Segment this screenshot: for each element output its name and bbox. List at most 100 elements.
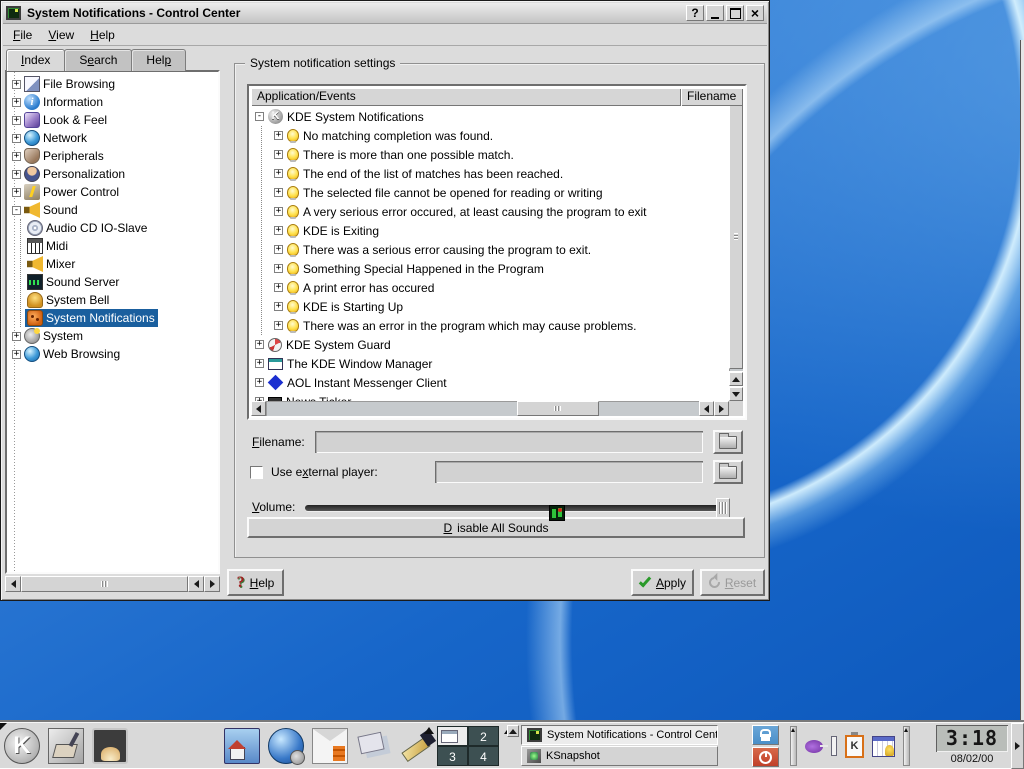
column-application-events[interactable]: Application/Events [251,88,681,106]
menu-file[interactable]: File [5,26,40,44]
expander-icon[interactable]: + [12,116,21,125]
panel-hide-button[interactable] [1011,723,1024,769]
external-player-input[interactable] [435,461,703,483]
filename-browse-button[interactable] [713,430,743,454]
close-window-button[interactable] [746,5,764,21]
mail-launcher-button[interactable] [311,727,349,765]
scroll-left-button-2[interactable] [699,401,714,416]
expander-icon[interactable]: + [274,321,283,330]
volume-slider[interactable] [305,498,728,518]
klipper-tray-icon[interactable] [845,735,864,758]
expander-icon[interactable]: + [12,188,21,197]
expander-icon[interactable]: + [274,283,283,292]
scroll-left-button[interactable] [251,401,266,416]
sidebar-item-system-notifications[interactable]: System Notifications [25,309,158,327]
sidebar-item-system[interactable]: +System [10,327,86,345]
expander-icon[interactable]: + [274,188,283,197]
external-player-browse-button[interactable] [713,460,743,484]
expander-icon[interactable]: + [12,134,21,143]
sidebar-item-mixer[interactable]: Mixer [25,255,78,273]
event-item-the-end-of-the-list-of-matches-has-been-[interactable]: +The end of the list of matches has been… [270,164,563,183]
expander-icon[interactable]: + [274,302,283,311]
filename-input[interactable] [315,431,703,453]
menu-view[interactable]: View [40,26,82,44]
scroll-thumb[interactable] [729,104,743,369]
event-item-the-kde-window-manager[interactable]: +The KDE Window Manager [251,354,432,373]
scroll-thumb[interactable] [21,576,188,592]
scroll-track[interactable] [21,576,188,592]
plug-tray-icon[interactable] [805,740,823,753]
event-item-the-selected-file-cannot-be-opened-for-r[interactable]: +The selected file cannot be opened for … [270,183,603,202]
sidebar-item-sound[interactable]: -Sound [10,201,81,219]
pager-desktop-4[interactable]: 4 [468,746,499,766]
menu-help[interactable]: Help [82,26,123,44]
expander-icon[interactable]: + [274,169,283,178]
kmenu-launcher-button[interactable] [3,727,41,765]
sidebar-item-sound-server[interactable]: Sound Server [25,273,122,291]
expander-icon[interactable]: + [274,131,283,140]
volume-handle[interactable] [716,498,730,518]
event-item-something-special-happened-in-the-progra[interactable]: +Something Special Happened in the Progr… [270,259,544,278]
sidebar-item-midi[interactable]: Midi [25,237,71,255]
expander-icon[interactable]: + [255,340,264,349]
apply-button[interactable]: Apply [631,569,694,596]
lock-screen-button[interactable] [752,725,779,745]
sidebar-item-personalization[interactable]: +Personalization [10,165,128,183]
scroll-track[interactable] [266,401,699,416]
event-item-there-was-a-serious-error-causing-the-pr[interactable]: +There was a serious error causing the p… [270,240,591,259]
column-filename[interactable]: Filename [681,88,743,106]
pager-desktop-3[interactable]: 3 [437,746,468,766]
clock-applet[interactable]: 3:18 08/02/00 [936,725,1008,767]
browser-launcher-button[interactable] [267,727,305,765]
desktop-launcher-button[interactable] [47,727,85,765]
home-launcher-button[interactable] [223,727,261,765]
scroll-left-button-2[interactable] [188,576,204,592]
cards-launcher-button[interactable] [355,727,393,765]
disable-all-sounds-button[interactable]: Disable All Sounds [247,517,745,538]
logout-button[interactable] [752,747,779,767]
event-item-kde-is-starting-up[interactable]: +KDE is Starting Up [270,297,403,316]
event-item-a-very-serious-error-occured-at-least-ca[interactable]: +A very serious error occured, at least … [270,202,647,221]
event-item-a-print-error-has-occured[interactable]: +A print error has occured [270,278,434,297]
help-window-button[interactable] [686,5,704,21]
organizer-tray-icon[interactable] [872,736,895,757]
expander-icon[interactable]: + [274,264,283,273]
sidebar-item-look-feel[interactable]: +Look & Feel [10,111,110,129]
sidebar-item-information[interactable]: +Information [10,93,106,111]
expander-icon[interactable]: + [12,98,21,107]
maximize-window-button[interactable] [726,5,744,21]
expander-icon[interactable]: + [12,170,21,179]
expander-icon[interactable]: + [274,245,283,254]
terminal-launcher-button[interactable] [91,727,129,765]
scroll-thumb[interactable] [517,401,599,416]
scroll-up-button-2[interactable] [729,372,743,386]
panel-edge-strip[interactable] [1020,40,1024,722]
reset-button[interactable]: Reset [700,569,765,596]
event-item-news-ticker[interactable]: +News Ticker [251,392,351,401]
tray-handle-right[interactable] [903,726,910,766]
scroll-down-button[interactable] [729,387,743,401]
expander-icon[interactable]: + [274,150,283,159]
scroll-right-button[interactable] [714,401,729,416]
pager-desktop-1[interactable] [437,726,468,746]
use-external-player-checkbox[interactable] [250,466,263,479]
expander-icon[interactable]: - [255,112,264,121]
sidebar-item-network[interactable]: +Network [10,129,90,147]
sidebar-item-peripherals[interactable]: +Peripherals [10,147,107,165]
expander-icon[interactable]: + [12,332,21,341]
expander-icon[interactable]: + [12,152,21,161]
sidebar-item-system-bell[interactable]: System Bell [25,291,112,309]
titlebar[interactable]: System Notifications - Control Center [3,3,767,24]
tasklist-scroll-up-button[interactable] [507,725,519,737]
volume-track[interactable] [305,505,728,511]
expander-icon[interactable]: + [12,350,21,359]
event-item-kde-system-notifications[interactable]: -KDE System Notifications [251,107,424,126]
expander-icon[interactable]: + [274,207,283,216]
event-item-aol-instant-messenger-client[interactable]: +AOL Instant Messenger Client [251,373,447,392]
expander-icon[interactable]: - [12,206,21,215]
minimize-window-button[interactable] [706,5,724,21]
expander-icon[interactable]: + [255,359,264,368]
tab-help[interactable]: Help [131,49,186,71]
help-button[interactable]: ?Help [227,569,284,596]
event-item-no-matching-completion-was-found[interactable]: +No matching completion was found. [270,126,493,145]
